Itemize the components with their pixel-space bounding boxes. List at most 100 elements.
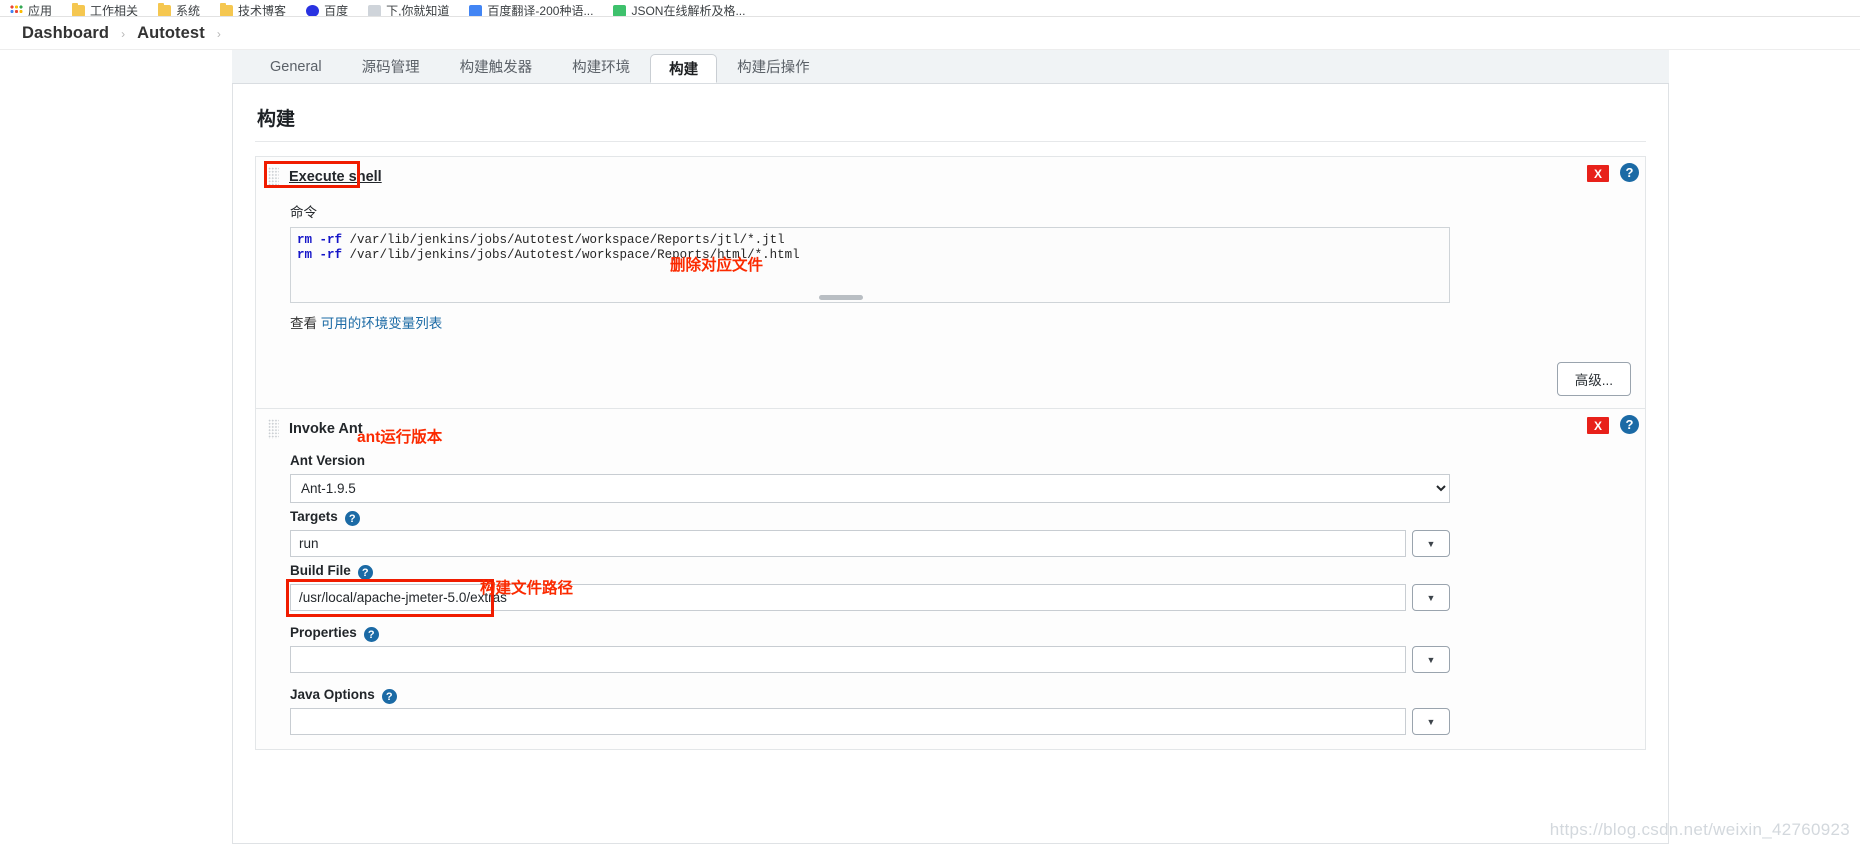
build-file-input[interactable] [290,584,1406,611]
properties-label: Properties ? [290,625,1629,642]
build-panel: 构建 Execute shell X ? 命令 rm -rf /var/lib/… [232,84,1669,844]
bookmark-label: JSON在线解析及格... [631,4,746,17]
tab-build-triggers[interactable]: 构建触发器 [440,50,553,83]
builder-title-execute-shell: Execute shell [289,169,382,185]
bookmark-label: 系统 [176,4,201,17]
java-options-row: ▼ [290,708,1629,735]
advanced-button[interactable]: 高级... [1556,362,1631,396]
folder-icon [72,2,86,16]
available-env-variables-link[interactable]: 可用的环境变量列表 [321,316,443,331]
properties-dropdown-button[interactable]: ▼ [1412,646,1450,673]
browser-bookmark-bar: 应用 工作相关 系统 技术博客 百度 下,你就知道 百度翻译-200种语... … [0,0,1860,17]
breadcrumb: Dashboard › Autotest › [0,17,1860,50]
tab-label: 构建 [669,62,699,78]
build-file-dropdown-button[interactable]: ▼ [1412,584,1450,611]
bookmark-item[interactable]: 百度 [306,2,349,17]
bookmark-item[interactable]: 工作相关 [72,2,139,17]
env-prefix-text: 查看 [290,316,317,331]
apps-grid-icon [10,4,23,16]
command-label: 命令 [290,205,317,220]
execute-shell-body: 命令 rm -rf /var/lib/jenkins/jobs/Autotest… [256,201,1645,346]
build-file-row: ▼ [286,579,1629,617]
tab-label: 构建后操作 [737,60,810,76]
fanyi-icon [469,4,483,16]
field-label-text: Java Options [290,687,375,702]
tab-general[interactable]: General [250,50,342,83]
java-options-label: Java Options ? [290,687,1629,704]
tab-source-management[interactable]: 源码管理 [342,50,440,83]
folder-icon [220,2,234,16]
delete-builder-button[interactable]: X [1587,165,1609,182]
tab-build[interactable]: 构建 [650,54,718,83]
targets-dropdown-button[interactable]: ▼ [1412,530,1450,557]
config-tabbar: General 源码管理 构建触发器 构建环境 构建 构建后操作 [232,50,1669,84]
help-icon[interactable]: ? [381,689,397,704]
baidu-icon [306,4,320,16]
invoke-ant-body: Ant Version Ant-1.9.5 Targets ? ▼ Build … [256,453,1645,749]
targets-label: Targets ? [290,509,1629,526]
command-keyword: rm -rf [297,248,343,262]
bookmark-item[interactable]: 应用 [10,2,53,17]
bookmark-label: 应用 [28,4,53,17]
breadcrumb-item-autotest[interactable]: Autotest [137,24,205,43]
textarea-scrollbar[interactable] [819,295,863,300]
ant-version-select[interactable]: Ant-1.9.5 [290,474,1450,503]
drag-handle-icon[interactable] [268,167,279,187]
job-configuration-area: General 源码管理 构建触发器 构建环境 构建 构建后操作 构建 Exec… [232,50,1669,852]
tab-label: 构建环境 [572,60,631,76]
targets-row: ▼ [290,530,1629,557]
bookmark-item[interactable]: 系统 [158,2,201,17]
java-options-input[interactable] [290,708,1406,735]
field-label-text: Properties [290,625,357,640]
bookmark-label: 技术博客 [238,4,287,17]
bookmark-label: 工作相关 [90,4,139,17]
folder-icon [158,2,172,16]
bookmark-item[interactable]: 百度翻译-200种语... [469,2,594,17]
help-icon[interactable]: ? [363,627,379,642]
tab-build-environment[interactable]: 构建环境 [552,50,650,83]
command-path: /var/lib/jenkins/jobs/Autotest/workspace… [342,233,785,247]
builder-invoke-ant: Invoke Ant X ? Ant Version Ant-1.9.5 Tar… [255,409,1646,750]
tab-label: 源码管理 [361,60,420,76]
title-divider [255,141,1646,142]
builder-title-invoke-ant: Invoke Ant [289,421,363,437]
properties-row: ▼ [290,646,1629,673]
builder-header: Execute shell X ? [256,157,1645,195]
tab-post-build-actions[interactable]: 构建后操作 [717,50,830,83]
chevron-right-icon: › [121,27,126,41]
builder-header: Invoke Ant X ? [256,409,1645,447]
chevron-right-icon: › [216,27,221,41]
targets-input[interactable] [290,530,1406,557]
help-icon[interactable]: ? [1620,415,1639,434]
bookmark-item[interactable]: 技术博客 [220,2,287,17]
help-icon[interactable]: ? [1620,163,1639,182]
command-keyword: rm -rf [297,233,343,247]
bookmark-label: 百度翻译-200种语... [487,4,594,17]
help-icon[interactable]: ? [344,511,360,526]
java-options-dropdown-button[interactable]: ▼ [1412,708,1450,735]
build-file-label: Build File ? [290,563,1629,580]
delete-builder-button[interactable]: X [1587,417,1609,434]
help-icon[interactable]: ? [357,565,373,580]
plain-icon [368,4,382,16]
breadcrumb-item-dashboard[interactable]: Dashboard [22,24,109,43]
field-label-text: Build File [290,563,351,578]
json-icon [613,4,627,16]
command-path: /var/lib/jenkins/jobs/Autotest/workspace… [342,248,800,262]
drag-handle-icon[interactable] [268,419,279,439]
command-textarea[interactable]: rm -rf /var/lib/jenkins/jobs/Autotest/wo… [290,227,1450,303]
bookmark-item[interactable]: 下,你就知道 [368,2,450,17]
properties-input[interactable] [290,646,1406,673]
field-label-text: Targets [290,509,338,524]
page-title: 构建 [257,109,296,130]
tab-label: General [270,58,322,75]
tab-label: 构建触发器 [459,60,533,76]
ant-version-label: Ant Version [290,453,1629,468]
builder-execute-shell: Execute shell X ? 命令 rm -rf /var/lib/jen… [255,156,1646,409]
field-label-text: Ant Version [290,453,366,468]
bookmark-label: 下,你就知道 [386,4,450,17]
env-variables-row: 查看 可用的环境变量列表 [290,312,1629,332]
advanced-row: 高级... [256,346,1645,408]
bookmark-label: 百度 [324,4,349,17]
bookmark-item[interactable]: JSON在线解析及格... [613,2,746,17]
